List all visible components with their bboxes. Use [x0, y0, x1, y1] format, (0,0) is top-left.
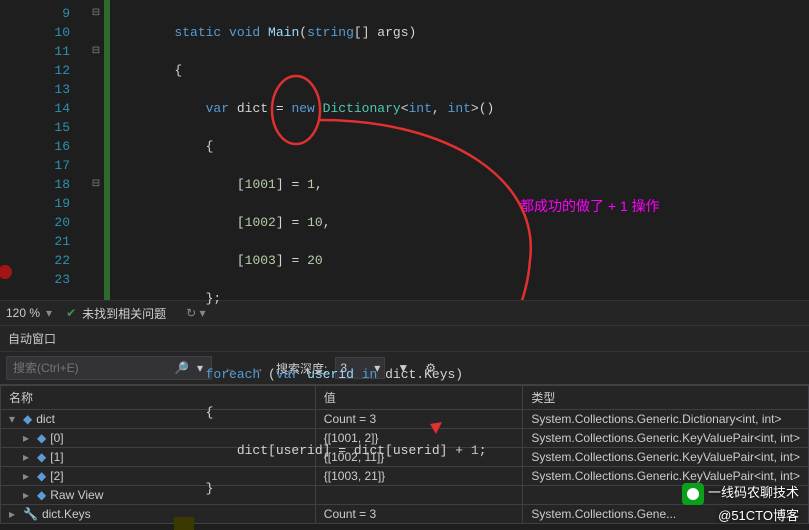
zoom-dropdown-icon[interactable]: ▾ — [46, 306, 52, 320]
object-icon: ◆ — [37, 431, 46, 445]
code-area[interactable]: static void Main(string[] args) { var di… — [112, 0, 809, 300]
line-number-gutter: 91011121314151617181920212223 — [0, 0, 88, 300]
expand-toggle[interactable]: ▸ — [23, 488, 33, 502]
wrench-icon: 🔧 — [23, 507, 38, 521]
watermark: 一线码农聊技术 @51CTO博客 — [682, 482, 799, 524]
expand-toggle[interactable]: ▸ — [23, 450, 33, 464]
expand-toggle[interactable]: ▾ — [9, 412, 19, 426]
object-icon: ◆ — [23, 412, 32, 426]
expand-toggle[interactable]: ▸ — [23, 431, 33, 445]
object-icon: ◆ — [37, 469, 46, 483]
issues-ok-icon[interactable]: ✔ — [66, 306, 76, 320]
zoom-level[interactable]: 120 % — [0, 306, 46, 320]
annotation-text: 都成功的做了 + 1 操作 — [520, 196, 660, 216]
fold-gutter: ⊟ ⊟ ⊟ — [88, 0, 104, 300]
current-execution-line — [174, 517, 194, 530]
change-marker — [104, 0, 110, 300]
fold-toggle[interactable]: ⊟ — [88, 4, 104, 23]
expand-toggle[interactable]: ▸ — [9, 507, 19, 521]
object-icon: ◆ — [37, 488, 46, 502]
fold-toggle[interactable]: ⊟ — [88, 42, 104, 61]
fold-toggle[interactable]: ⊟ — [88, 175, 104, 194]
object-icon: ◆ — [37, 450, 46, 464]
code-editor[interactable]: 91011121314151617181920212223 ⊟ ⊟ ⊟ static… — [0, 0, 809, 301]
expand-toggle[interactable]: ▸ — [23, 469, 33, 483]
wechat-icon — [682, 483, 704, 505]
